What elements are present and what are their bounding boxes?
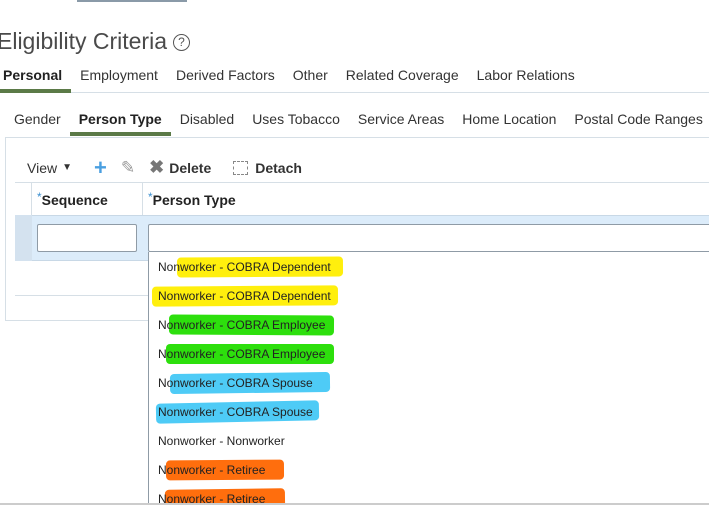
top-bar — [77, 0, 187, 2]
subtab-service-areas[interactable]: Service Areas — [349, 110, 453, 136]
dropdown-option[interactable]: Nonworker - COBRA Dependent — [158, 289, 331, 303]
page-title: Eligibility Criteria? — [0, 28, 190, 55]
row-header[interactable] — [15, 215, 32, 261]
detach-button[interactable]: Detach — [233, 160, 302, 176]
dropdown-option[interactable]: Nonworker - Retiree — [158, 463, 265, 477]
dropdown-option[interactable]: Nonworker - Nonworker — [158, 434, 285, 448]
tab-labor-relations[interactable]: Labor Relations — [468, 66, 584, 92]
bottom-divider — [0, 503, 709, 505]
dropdown-option[interactable]: Nonworker - COBRA Spouse — [158, 405, 313, 419]
delete-button[interactable]: ✖ Delete — [149, 157, 211, 178]
dropdown-option[interactable]: Nonworker - COBRA Employee — [158, 347, 325, 361]
person-type-input[interactable] — [148, 224, 709, 252]
column-divider — [142, 183, 143, 215]
subtab-gender[interactable]: Gender — [5, 110, 70, 136]
subtab-person-type[interactable]: Person Type — [69, 110, 171, 136]
subtab-home-location[interactable]: Home Location — [453, 110, 565, 136]
subtab-disabled[interactable]: Disabled — [171, 110, 243, 136]
sub-tabs: Gender Person Type Disabled Uses Tobacco… — [5, 110, 709, 136]
subtab-postal-code-ranges[interactable]: Postal Code Ranges — [565, 110, 709, 136]
plus-icon: + — [94, 154, 107, 180]
column-header-sequence[interactable]: *Sequence — [37, 190, 108, 208]
dropdown-option[interactable]: Nonworker - COBRA Spouse — [158, 376, 313, 390]
help-icon[interactable]: ? — [172, 34, 190, 51]
view-label: View — [27, 159, 58, 176]
x-icon: ✖ — [149, 157, 165, 177]
grid-divider — [15, 182, 709, 183]
person-type-dropdown: Nonworker - COBRA Dependent Nonworker - C… — [148, 252, 709, 505]
column-header-person-type[interactable]: *Person Type — [148, 190, 236, 208]
caret-down-icon: ▼ — [62, 162, 72, 173]
toolbar: View ▼ + ✎ ✖ Delete Detach — [27, 154, 324, 180]
edit-button[interactable]: ✎ — [121, 158, 135, 178]
dropdown-option[interactable]: Nonworker - COBRA Dependent — [158, 260, 331, 274]
tab-other[interactable]: Other — [284, 66, 337, 92]
detach-icon — [233, 160, 249, 175]
dropdown-option[interactable]: Nonworker - COBRA Employee — [158, 318, 325, 332]
sequence-input[interactable] — [37, 224, 137, 252]
subtab-uses-tobacco[interactable]: Uses Tobacco — [243, 110, 349, 136]
tab-derived-factors[interactable]: Derived Factors — [167, 66, 284, 92]
add-button[interactable]: + — [94, 154, 107, 180]
tab-related-coverage[interactable]: Related Coverage — [337, 66, 468, 92]
pencil-icon: ✎ — [120, 157, 136, 177]
view-menu-button[interactable]: View ▼ — [27, 160, 72, 176]
tab-employment[interactable]: Employment — [71, 66, 167, 92]
main-tabs: Personal Employment Derived Factors Othe… — [0, 66, 709, 93]
tab-personal[interactable]: Personal — [0, 66, 72, 93]
